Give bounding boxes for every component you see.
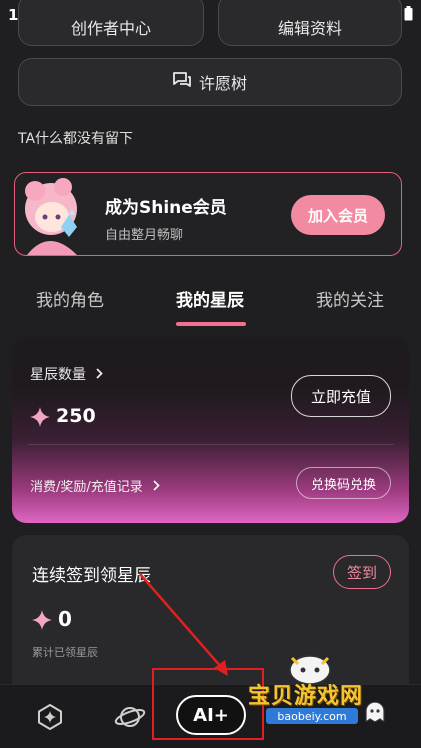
tab-my-characters[interactable]: 我的角色	[36, 286, 104, 311]
records-link[interactable]: 消费/奖励/充值记录	[30, 476, 160, 495]
tab-my-follows[interactable]: 我的关注	[316, 286, 384, 311]
tab-my-stars[interactable]: 我的星辰	[176, 286, 244, 311]
wish-tree-button[interactable]: 许愿树	[18, 58, 402, 106]
vip-mascot-avatar	[19, 175, 89, 255]
site-watermark: 宝贝游戏网 baobeiy.com	[240, 652, 420, 732]
divider	[28, 444, 394, 445]
stars-count-label: 星辰数量	[30, 367, 86, 383]
star-sparkle-icon	[30, 407, 50, 431]
join-vip-button[interactable]: 加入会员	[291, 195, 385, 235]
active-tab-indicator	[176, 322, 246, 326]
redeem-code-button[interactable]: 兑换码兑换	[296, 467, 391, 499]
vip-banner[interactable]: 成为Shine会员 自由整月畅聊 加入会员	[14, 172, 402, 256]
profile-bio: TA什么都没有留下	[18, 131, 134, 147]
checkin-title: 连续签到领星辰	[32, 566, 151, 586]
home-star-icon[interactable]	[36, 703, 64, 735]
chevron-right-icon	[153, 480, 160, 495]
recharge-button[interactable]: 立即充值	[291, 375, 391, 417]
vip-title: 成为Shine会员	[105, 198, 227, 218]
stars-count-value: 250	[56, 405, 96, 427]
wish-tree-label: 许愿树	[198, 74, 247, 93]
ghost-icon	[364, 701, 386, 726]
profile-tabs: 我的角色 我的星辰 我的关注	[0, 280, 421, 330]
wish-tree-icon	[173, 72, 191, 92]
stars-balance-card: 星辰数量 250 立即充值 消费/奖励/充值记录 兑换码兑换	[12, 337, 409, 523]
vip-subtitle: 自由整月畅聊	[105, 228, 184, 243]
battery-icon	[404, 6, 413, 25]
creator-center-button[interactable]: 创作者中心	[18, 0, 204, 46]
edit-profile-button[interactable]: 编辑资料	[218, 0, 402, 46]
watermark-url: baobeiy.com	[266, 708, 358, 724]
edit-profile-label: 编辑资料	[277, 19, 342, 38]
creator-center-label: 创作者中心	[70, 19, 151, 38]
chevron-right-icon	[96, 367, 104, 383]
checkin-button[interactable]: 签到	[333, 555, 391, 589]
checkin-note: 累计已领星辰	[32, 646, 98, 659]
checkin-value: 0	[58, 607, 72, 631]
planet-icon[interactable]	[114, 703, 146, 735]
watermark-text: 宝贝游戏网	[248, 684, 364, 709]
star-sparkle-icon	[32, 610, 52, 634]
stars-count-link[interactable]: 星辰数量	[30, 364, 104, 384]
records-label: 消费/奖励/充值记录	[30, 480, 143, 495]
